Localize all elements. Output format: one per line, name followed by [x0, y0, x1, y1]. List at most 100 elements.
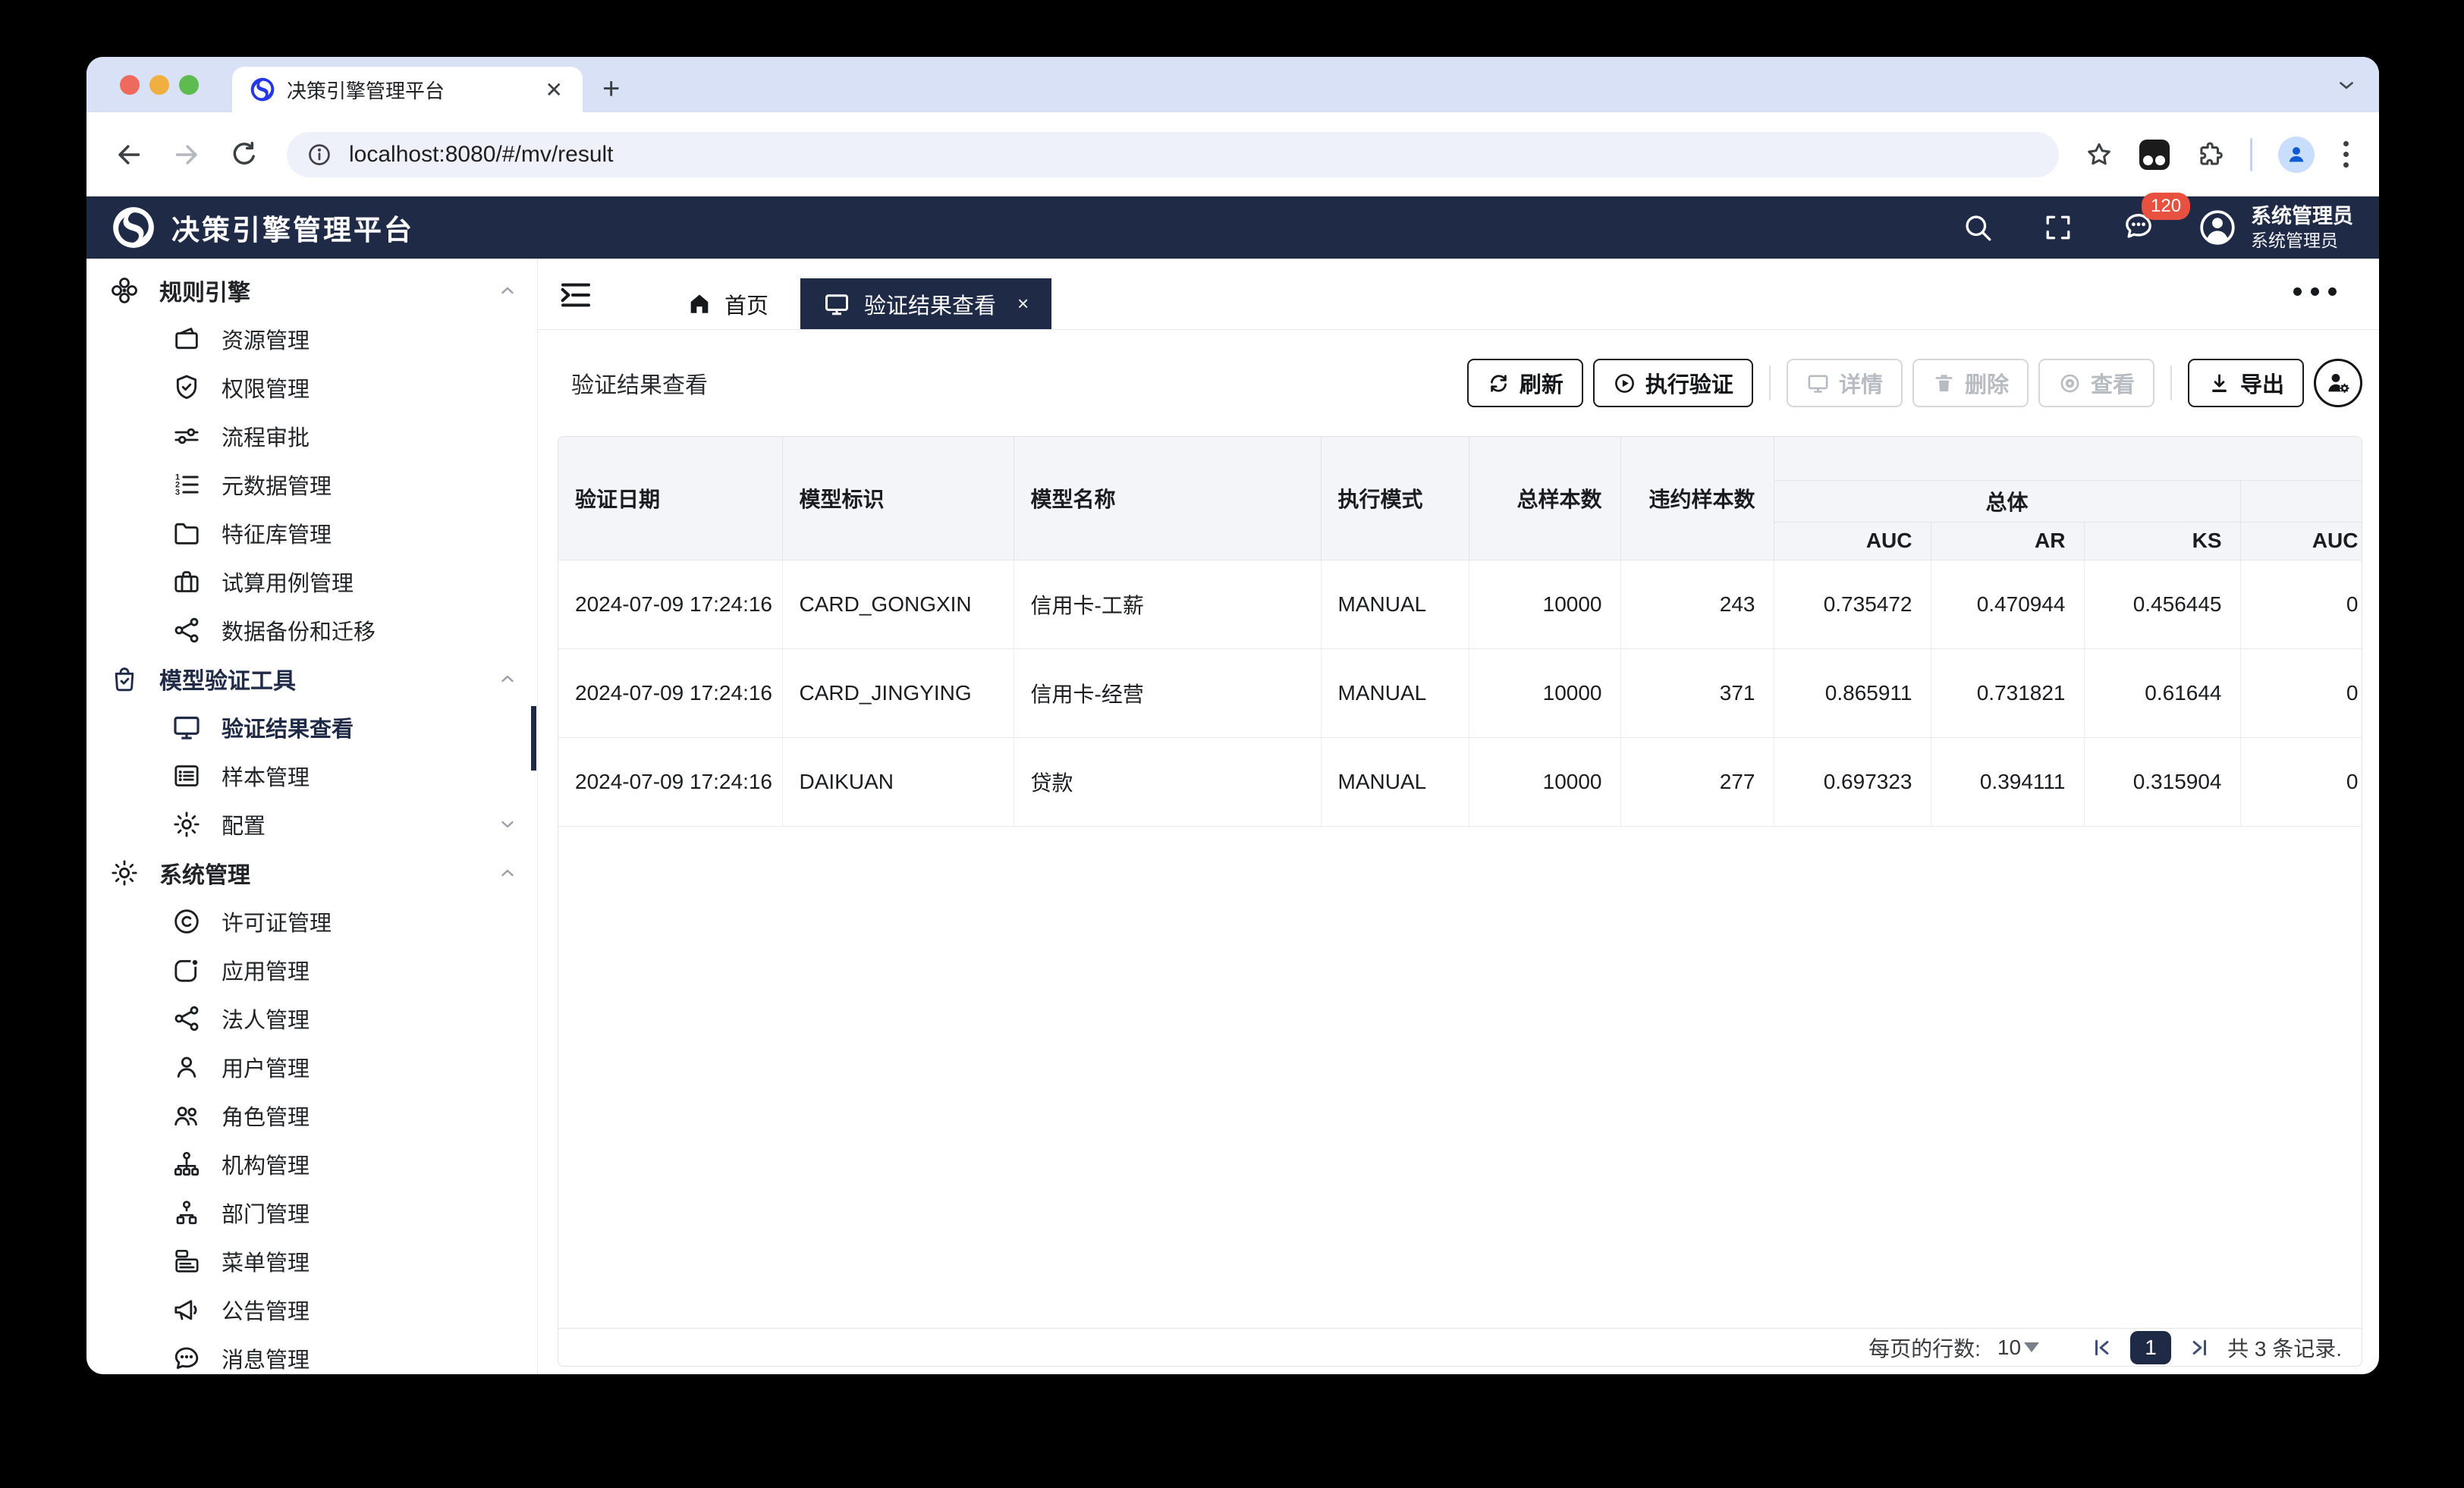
sidebar-item-sample-management[interactable]: 样本管理 [86, 752, 537, 800]
current-page-button[interactable]: 1 [2130, 1330, 2172, 1364]
chevron-down-icon[interactable] [498, 815, 517, 834]
tab-close-icon[interactable]: × [1017, 292, 1029, 315]
col-header-ar[interactable]: AR [1931, 522, 2085, 560]
run-validation-button[interactable]: 执行验证 [1592, 359, 1753, 407]
cell-mode: MANUAL [1321, 560, 1469, 649]
url-text[interactable]: localhost:8080/#/mv/result [349, 142, 614, 168]
sidebar-item-license[interactable]: 许可证管理 [86, 897, 537, 946]
chevron-up-icon[interactable] [498, 669, 517, 689]
col-header-model-id[interactable]: 模型标识 [782, 437, 1014, 560]
column-settings-button[interactable] [2314, 359, 2362, 407]
table-row[interactable]: 2024-07-09 17:24:16 CARD_JINGYING 信用卡-经营… [558, 648, 2362, 738]
sidebar-section-system[interactable]: 系统管理 [86, 849, 537, 897]
sidebar-item-config[interactable]: 配置 [86, 800, 537, 849]
department-tree-icon [171, 1198, 202, 1228]
bag-check-icon [109, 664, 140, 694]
sidebar-item-resource[interactable]: 资源管理 [86, 315, 537, 363]
sidebar-section-rule-engine[interactable]: 规则引擎 [86, 266, 537, 315]
delete-button[interactable]: 删除 [1912, 359, 2029, 407]
cell-model-id: CARD_JINGYING [782, 648, 1014, 738]
col-header-date[interactable]: 验证日期 [558, 437, 783, 560]
cell-model-name: 信用卡-工薪 [1014, 560, 1322, 649]
browser-profile-avatar[interactable] [2278, 136, 2315, 173]
sidebar-item-workflow[interactable]: 流程审批 [86, 412, 537, 460]
user-avatar-icon[interactable] [2198, 208, 2237, 247]
new-tab-button[interactable]: + [602, 72, 620, 106]
user-info[interactable]: 系统管理员 系统管理员 [2251, 204, 2353, 252]
rows-per-page-value: 10 [1997, 1335, 2022, 1359]
collapse-sidebar-icon[interactable] [558, 277, 594, 313]
adblock-extension-icon[interactable] [2139, 139, 2170, 170]
sidebar-item-menu-management[interactable]: 菜单管理 [86, 1237, 537, 1286]
col-header-mode[interactable]: 执行模式 [1321, 437, 1469, 560]
browser-menu-icon[interactable] [2340, 141, 2352, 168]
sidebar-item-metadata[interactable]: 123 元数据管理 [86, 460, 537, 509]
table-row[interactable]: 2024-07-09 17:24:16 CARD_GONGXIN 信用卡-工薪 … [558, 560, 2362, 649]
rows-per-page-select[interactable]: 10 [1997, 1335, 2040, 1360]
site-info-icon[interactable] [306, 142, 332, 168]
more-tabs-icon[interactable] [2293, 287, 2337, 296]
first-page-icon[interactable] [2091, 1336, 2114, 1359]
col-header-ks[interactable]: KS [2084, 522, 2241, 560]
sidebar-item-department[interactable]: 部门管理 [86, 1188, 537, 1237]
sidebar-item-announcement[interactable]: 公告管理 [86, 1286, 537, 1334]
sidebar-item-permission[interactable]: 权限管理 [86, 363, 537, 412]
trash-icon [1935, 374, 1953, 391]
address-bar[interactable]: localhost:8080/#/mv/result [287, 131, 2059, 177]
minimize-window-button[interactable] [149, 75, 169, 95]
monitor-icon [171, 712, 202, 742]
browser-tab[interactable]: 决策引擎管理平台 ✕ [232, 67, 583, 112]
sidebar-section-model-validation[interactable]: 模型验证工具 [86, 655, 537, 703]
view-button[interactable]: 查看 [2038, 359, 2154, 407]
sidebar-item-validation-results[interactable]: 验证结果查看 [86, 703, 537, 752]
ordered-list-icon: 123 [171, 469, 202, 500]
messages-button[interactable]: 120 [2122, 192, 2191, 246]
fullscreen-icon[interactable] [2041, 211, 2075, 244]
sidebar-scrollbar-thumb[interactable] [531, 706, 536, 771]
back-button[interactable] [114, 140, 144, 170]
user-gear-icon [2328, 374, 2349, 394]
folder-flap-icon [171, 324, 202, 354]
table-row[interactable]: 2024-07-09 17:24:16 DAIKUAN 贷款 MANUAL 10… [558, 737, 2362, 827]
chevron-up-icon[interactable] [498, 281, 517, 300]
results-table: 验证日期 模型标识 模型名称 执行模式 总样本数 违约样本数 总体 AUC AR… [558, 437, 2362, 827]
forward-button[interactable] [171, 140, 202, 170]
refresh-button[interactable]: 刷新 [1466, 359, 1583, 407]
tab-close-icon[interactable]: ✕ [541, 77, 567, 102]
sidebar-label: 模型验证工具 [159, 669, 296, 694]
sidebar-item-user-management[interactable]: 用户管理 [86, 1043, 537, 1091]
tab-validation-results[interactable]: 验证结果查看 × [800, 278, 1052, 329]
detail-button[interactable]: 详情 [1786, 359, 1903, 407]
extensions-puzzle-icon[interactable] [2195, 140, 2224, 169]
download-icon [2212, 373, 2227, 392]
col-header-default-samples[interactable]: 违约样本数 [1620, 437, 1774, 560]
sidebar-item-feature-library[interactable]: 特征库管理 [86, 509, 537, 557]
sidebar-item-organization[interactable]: 机构管理 [86, 1140, 537, 1188]
app-header: 决策引擎管理平台 120 系统管理员 系统管理员 [86, 192, 2379, 259]
pagination-bar: 每页的行数: 10 1 共 3 条记录. [558, 1328, 2362, 1366]
toolbar-divider [2250, 137, 2252, 171]
tab-home[interactable]: 首页 [667, 278, 788, 329]
sidebar-item-backup-migration[interactable]: 数据备份和迁移 [86, 606, 537, 655]
tab-search-chevron-icon[interactable] [2335, 74, 2358, 96]
sidebar-item-role-management[interactable]: 角色管理 [86, 1091, 537, 1140]
col-header-auc2[interactable]: AUC [2240, 522, 2362, 560]
table-scroll-area[interactable]: 验证日期 模型标识 模型名称 执行模式 总样本数 违约样本数 总体 AUC AR… [558, 437, 2362, 827]
col-header-model-name[interactable]: 模型名称 [1014, 437, 1322, 560]
browser-window: 决策引擎管理平台 ✕ + localhost:8080/#/mv/result … [86, 57, 2379, 1374]
close-window-button[interactable] [120, 75, 140, 95]
sidebar-item-trial-case[interactable]: 试算用例管理 [86, 557, 537, 606]
last-page-icon[interactable] [2188, 1336, 2211, 1359]
col-header-auc[interactable]: AUC [1774, 522, 1931, 560]
search-icon[interactable] [1961, 211, 1994, 244]
col-header-total-samples[interactable]: 总样本数 [1469, 437, 1621, 560]
reload-button[interactable] [229, 140, 259, 170]
sidebar-item-legal-entity[interactable]: 法人管理 [86, 994, 537, 1043]
sidebar-item-application[interactable]: 应用管理 [86, 946, 537, 994]
zoom-window-button[interactable] [179, 75, 199, 95]
chevron-up-icon[interactable] [498, 863, 517, 883]
bookmark-star-icon[interactable] [2085, 140, 2114, 169]
folder-icon [171, 518, 202, 548]
export-button[interactable]: 导出 [2187, 359, 2304, 407]
sidebar-item-message-management[interactable]: 消息管理 [86, 1334, 537, 1374]
